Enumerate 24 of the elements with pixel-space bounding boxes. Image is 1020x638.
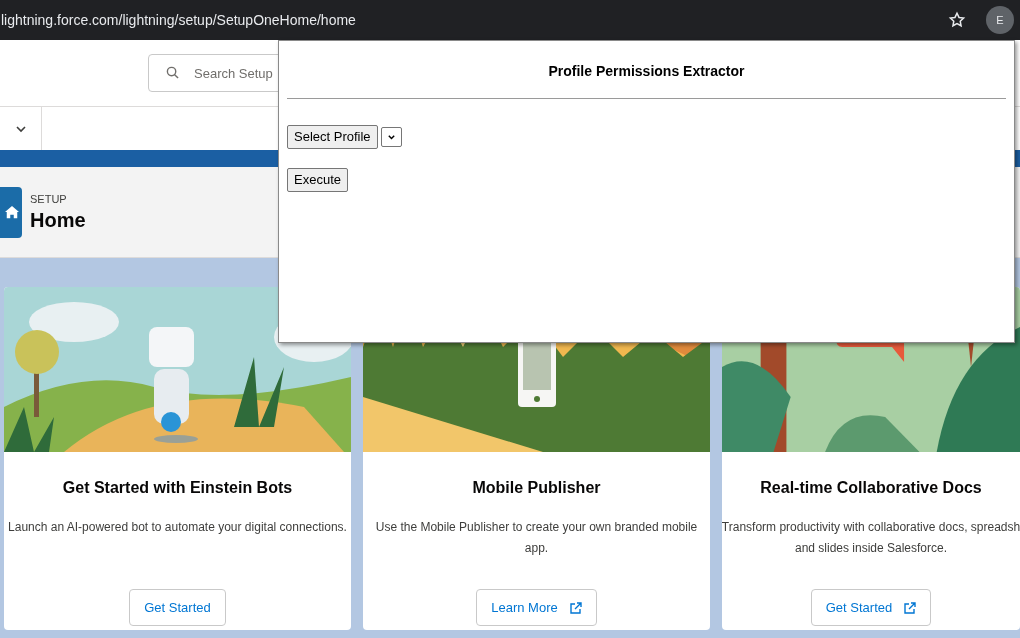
page-title: Home <box>30 208 86 234</box>
star-icon[interactable] <box>948 11 966 29</box>
card-description: Use the Mobile Publisher to create your own branded mobile <box>375 520 698 535</box>
card-title: Mobile Publisher <box>472 478 601 498</box>
address-bar-url[interactable]: lightning.force.com/lightning/setup/SetupOneHome/home <box>1 9 356 31</box>
card-description: Transform productivity with collaborative docs, spreadsh <box>722 520 1020 535</box>
external-link-icon <box>569 601 582 614</box>
profile-avatar[interactable]: E <box>986 6 1014 34</box>
card-description: app. <box>524 541 549 556</box>
search-icon <box>166 66 179 79</box>
chevron-down-icon <box>386 132 396 142</box>
card-button[interactable]: Learn More <box>476 589 597 626</box>
select-profile-button[interactable]: Select Profile <box>287 125 378 149</box>
card-button[interactable]: Get Started <box>810 589 932 626</box>
card-description: Launch an AI-powered bot to automate your digital connections. <box>8 520 347 535</box>
page-eyebrow: SETUP <box>30 191 68 207</box>
popup-title: Profile Permissions Extractor <box>548 62 745 81</box>
card-button[interactable]: Get Started <box>129 589 226 626</box>
card-title: Get Started with Einstein Bots <box>62 478 293 498</box>
external-link-icon <box>904 601 917 614</box>
card-description: and slides inside Salesforce. <box>794 541 948 556</box>
execute-button[interactable]: Execute <box>287 168 348 192</box>
profile-dropdown[interactable] <box>380 127 402 147</box>
card-title: Real-time Collaborative Docs <box>760 478 982 498</box>
